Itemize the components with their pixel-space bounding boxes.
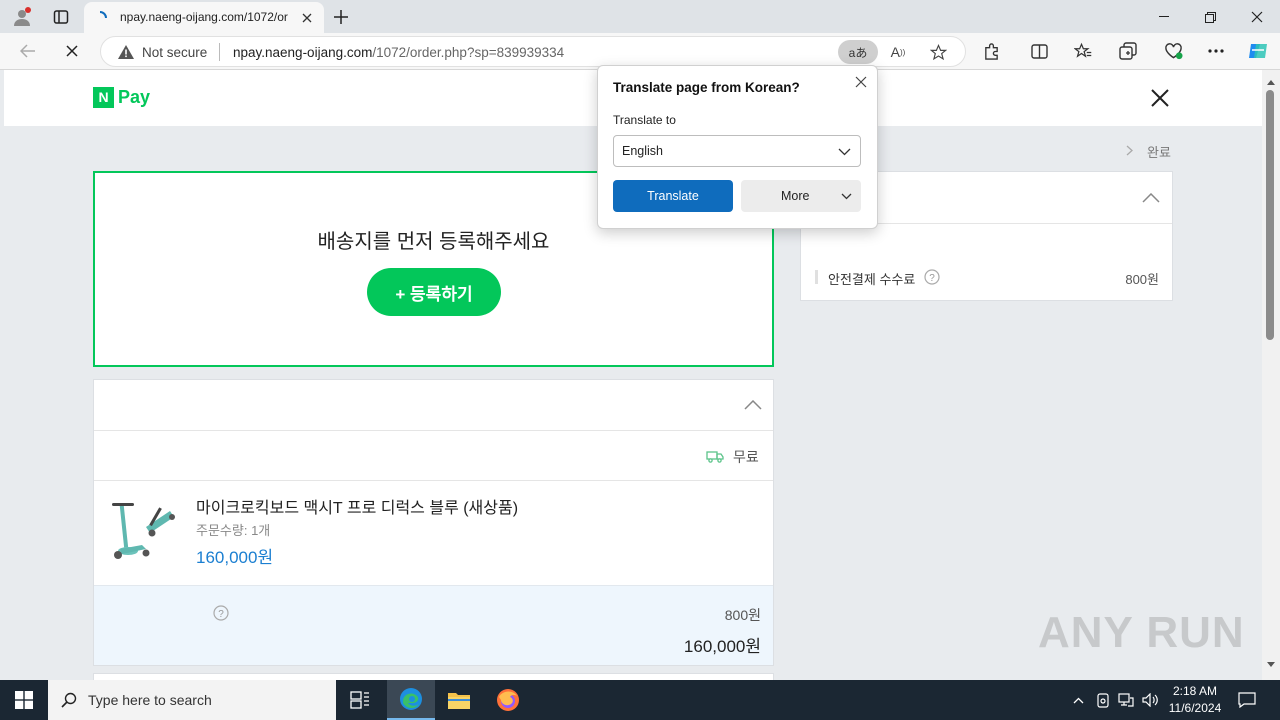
notifications-icon[interactable] xyxy=(1236,690,1258,710)
product-image[interactable] xyxy=(106,497,178,569)
search-placeholder: Type here to search xyxy=(88,692,212,708)
chevron-down-icon xyxy=(839,190,853,202)
shipping-fee: 무료 xyxy=(733,449,759,465)
favorite-star-icon[interactable] xyxy=(927,42,949,62)
url-text[interactable]: npay.naeng-oijang.com/1072/order.php?sp=… xyxy=(233,45,564,60)
npay-logo[interactable]: N Pay xyxy=(93,86,150,108)
url-path: /1072/order.php?sp=839939334 xyxy=(372,45,565,60)
divider xyxy=(94,430,773,431)
translate-to-label: Translate to xyxy=(613,113,676,127)
search-icon xyxy=(60,691,78,709)
task-view-icon[interactable] xyxy=(336,680,384,720)
collapse-chevron-icon[interactable] xyxy=(1139,188,1163,208)
delivery-truck-icon xyxy=(705,448,725,464)
more-button[interactable]: More xyxy=(741,180,861,212)
translate-button-label: Translate xyxy=(647,189,699,203)
summary-total: 160,000원 xyxy=(683,637,761,656)
taskbar-search[interactable]: Type here to search xyxy=(48,680,336,720)
register-address-label: + 등록하기 xyxy=(395,284,473,304)
tab-close-icon[interactable] xyxy=(298,9,316,27)
close-order-icon[interactable] xyxy=(1146,84,1174,112)
collections-icon[interactable] xyxy=(1117,40,1139,62)
help-circle-icon[interactable]: ? xyxy=(923,268,941,286)
language-select[interactable]: English xyxy=(613,135,861,167)
stop-loading-icon[interactable] xyxy=(60,40,84,62)
product-price: 160,000원 xyxy=(196,548,274,567)
price-summary-box: ? 800원 160,000원 xyxy=(94,585,773,665)
chevron-down-icon xyxy=(836,145,852,159)
translate-button[interactable]: Translate xyxy=(613,180,733,212)
product-quantity: 주문수량: 1개 xyxy=(196,523,271,538)
favorites-icon[interactable] xyxy=(1072,40,1094,62)
popup-close-icon[interactable] xyxy=(851,72,871,92)
safe-payment-fee-value: 800원 xyxy=(1125,272,1159,287)
tab-title: npay.naeng-oijang.com/1072/or xyxy=(120,10,288,24)
help-circle-icon[interactable]: ? xyxy=(212,604,230,622)
safe-payment-fee-label: 안전결제 수수료 xyxy=(828,272,916,287)
clock-date: 11/6/2024 xyxy=(1168,701,1222,715)
svg-text:?: ? xyxy=(218,609,224,620)
translate-badge-label: aあ xyxy=(848,45,868,60)
close-window-icon[interactable] xyxy=(1245,6,1269,28)
anyrun-watermark: ANY RUN xyxy=(1038,608,1245,658)
product-card: 무료 마이크로킥보드 맥시T 프로 디럭스 블루 (새상품) 주문수량: 1개 … xyxy=(93,379,774,666)
register-address-button[interactable]: + 등록하기 xyxy=(367,268,501,316)
url-domain: npay.naeng-oijang.com xyxy=(233,45,373,60)
minimize-icon[interactable] xyxy=(1152,6,1176,28)
divider xyxy=(94,480,773,481)
tab-actions-icon[interactable] xyxy=(50,6,72,28)
restore-icon[interactable] xyxy=(1198,6,1222,28)
edge-taskbar-icon[interactable] xyxy=(387,680,435,720)
profile-icon[interactable] xyxy=(10,5,34,29)
scrollbar-thumb[interactable] xyxy=(1266,90,1274,340)
npay-logo-n: N xyxy=(93,86,114,108)
watermark-text: ANY RUN xyxy=(1038,608,1245,657)
url-field[interactable]: Not secure npay.naeng-oijang.com/1072/or… xyxy=(100,36,966,67)
volume-icon[interactable] xyxy=(1141,691,1159,709)
row-marker xyxy=(815,270,818,284)
copilot-icon[interactable] xyxy=(1245,39,1271,63)
translate-popup: Translate page from Korean? Translate to… xyxy=(597,65,878,229)
page-scrollbar[interactable] xyxy=(1262,70,1280,680)
more-menu-icon[interactable] xyxy=(1205,40,1227,62)
new-tab-icon[interactable] xyxy=(330,6,352,28)
loading-icon xyxy=(92,10,108,26)
file-explorer-icon[interactable] xyxy=(435,680,483,720)
split-screen-icon[interactable] xyxy=(1028,40,1050,62)
network-icon[interactable] xyxy=(1117,691,1135,709)
browser-essentials-icon[interactable] xyxy=(1162,40,1184,62)
security-label[interactable]: Not secure xyxy=(142,45,207,60)
start-button[interactable] xyxy=(0,680,48,720)
back-icon[interactable] xyxy=(16,40,40,62)
warning-icon[interactable] xyxy=(117,44,135,60)
tray-overflow-icon[interactable] xyxy=(1070,692,1086,708)
summary-fee: 800원 xyxy=(724,607,761,623)
product-name[interactable]: 마이크로킥보드 맥시T 프로 디럭스 블루 (새상품) xyxy=(196,494,518,518)
read-aloud-icon[interactable]: A)) xyxy=(887,42,909,62)
language-select-value: English xyxy=(622,144,663,158)
more-button-label: More xyxy=(781,189,810,203)
step-chevron-icon xyxy=(1122,143,1136,157)
translate-badge[interactable]: aあ xyxy=(838,40,878,64)
tab-bar: npay.naeng-oijang.com/1072/or xyxy=(0,0,1280,33)
address-prompt: 배송지를 먼저 등록해주세요 xyxy=(317,231,550,253)
tab-active[interactable]: npay.naeng-oijang.com/1072/or xyxy=(84,2,324,33)
clock[interactable]: 2:18 AM 11/6/2024 xyxy=(1164,683,1226,717)
clock-time: 2:18 AM xyxy=(1172,684,1218,698)
tray-device-icon[interactable] xyxy=(1094,691,1112,709)
firefox-icon[interactable] xyxy=(484,680,532,720)
translate-title: Translate page from Korean? xyxy=(613,80,800,95)
collapse-chevron-icon[interactable] xyxy=(741,395,765,415)
next-card xyxy=(93,673,774,680)
scroll-up-icon[interactable] xyxy=(1266,78,1276,86)
npay-logo-pay: Pay xyxy=(118,86,151,107)
url-divider xyxy=(219,43,220,61)
extensions-icon[interactable] xyxy=(980,40,1002,62)
scroll-down-icon[interactable] xyxy=(1266,660,1276,668)
taskbar: Type here to search 2:18 AM 11/6/2024 xyxy=(0,680,1280,720)
step-complete: 완료 xyxy=(1147,145,1171,160)
svg-text:?: ? xyxy=(929,273,935,284)
